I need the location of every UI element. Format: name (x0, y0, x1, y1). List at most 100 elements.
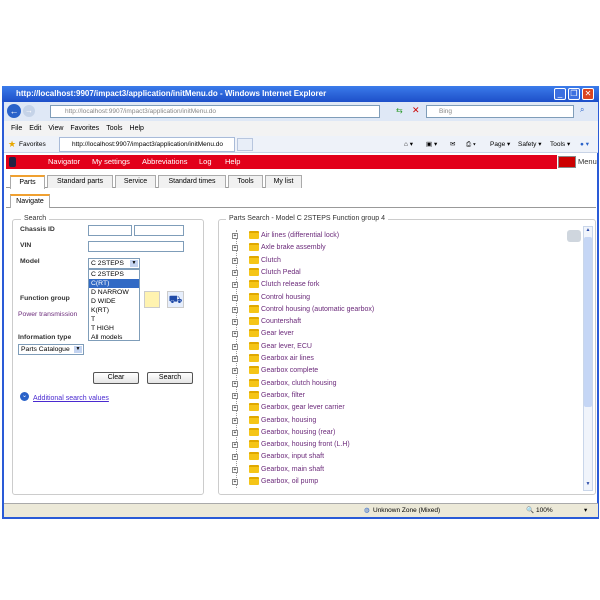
scroll-up-icon[interactable]: ▲ (584, 227, 592, 236)
menu-help[interactable]: Help (130, 125, 144, 132)
tree-item-label[interactable]: Gearbox, input shaft (261, 451, 324, 463)
page-menu[interactable]: Page ▾ (490, 136, 510, 153)
search-button[interactable]: Search (147, 372, 193, 384)
menu-file[interactable]: File (11, 125, 22, 132)
print-icon[interactable] (567, 230, 581, 242)
tab-my-list[interactable]: My list (265, 175, 302, 188)
tree-item-label[interactable]: Gearbox, housing (rear) (261, 427, 335, 439)
expand-icon[interactable]: + (232, 282, 238, 289)
menu-view[interactable]: View (48, 125, 63, 132)
tree-item-label[interactable]: Gear lever (261, 328, 294, 340)
expand-icon[interactable]: + (232, 245, 238, 252)
model-option[interactable]: T (89, 315, 139, 324)
feeds-icon[interactable]: ▣ ▾ (426, 136, 437, 153)
nav-abbreviations[interactable]: Abbreviations (142, 155, 187, 169)
scroll-down-icon[interactable]: ▼ (584, 481, 592, 490)
tree-item-label[interactable]: Gear lever, ECU (261, 341, 312, 353)
expand-icon[interactable]: + (232, 479, 238, 485)
close-button[interactable]: ✕ (582, 88, 594, 100)
expand-icon[interactable]: + (232, 269, 238, 276)
expand-icon[interactable]: + (232, 454, 238, 461)
truck-icon[interactable]: ⛟ (167, 291, 184, 308)
menu-edit[interactable]: Edit (29, 125, 41, 132)
expand-icon[interactable]: + (232, 294, 238, 301)
expand-icon[interactable]: + (232, 466, 238, 473)
expand-down-icon[interactable]: ⌄ (20, 392, 29, 401)
refresh-icon[interactable]: ⇆ (396, 106, 403, 115)
expand-icon[interactable]: + (232, 257, 238, 264)
tab-tools[interactable]: Tools (228, 175, 263, 188)
favorites-button[interactable]: Favorites (19, 136, 46, 153)
tree-item-label[interactable]: Axle brake assembly (261, 242, 326, 254)
expand-icon[interactable]: + (232, 343, 238, 350)
tree-item-label[interactable]: Gearbox, housing (261, 415, 316, 427)
search-input[interactable]: Bing (426, 105, 574, 118)
model-option[interactable]: K(RT) (89, 306, 139, 315)
tab-navigate[interactable]: Navigate (10, 194, 50, 208)
browser-tab[interactable]: http://localhost:9907/impact3/applicatio… (59, 137, 235, 152)
back-icon[interactable]: ← (7, 104, 21, 118)
chassis-id-input-1[interactable] (88, 225, 132, 236)
scrollbar-thumb[interactable] (584, 237, 592, 407)
tree-item-label[interactable]: Gearbox, gear lever carrier (261, 402, 345, 414)
mail-icon[interactable]: ✉ (450, 136, 455, 153)
menu-button[interactable]: Menu (578, 155, 597, 169)
print-icon[interactable]: ⎙ ▾ (466, 136, 476, 153)
expand-icon[interactable]: + (232, 429, 238, 436)
tree-item-label[interactable]: Air lines (differential lock) (261, 230, 339, 242)
tree-item-label[interactable]: Gearbox air lines (261, 353, 314, 365)
expand-icon[interactable]: + (232, 356, 238, 362)
search-icon[interactable]: ⌕ (580, 105, 584, 115)
tab-parts[interactable]: Parts (10, 175, 45, 189)
tab-standard-times[interactable]: Standard times (158, 175, 226, 188)
nav-my-settings[interactable]: My settings (92, 155, 130, 169)
additional-search-link[interactable]: Additional search values (33, 395, 109, 402)
tab-service[interactable]: Service (115, 175, 156, 188)
forward-icon[interactable]: → (23, 105, 35, 117)
expand-icon[interactable]: + (232, 417, 238, 424)
tree-scrollbar[interactable]: ▲ ▼ (583, 226, 593, 491)
tree-item-label[interactable]: Clutch Pedal (261, 267, 301, 279)
help-icon[interactable]: ● ▾ (580, 136, 589, 153)
tree-item-label[interactable]: Clutch release fork (261, 279, 319, 291)
expand-icon[interactable]: + (232, 368, 238, 375)
expand-icon[interactable]: + (232, 233, 238, 239)
nav-help[interactable]: Help (225, 155, 240, 169)
model-option[interactable]: T HIGH (89, 324, 139, 333)
model-option[interactable]: All models (89, 333, 139, 342)
minimize-button[interactable]: _ (554, 88, 566, 100)
model-option[interactable]: C 2STEPS (89, 270, 139, 279)
new-tab-button[interactable] (237, 138, 253, 151)
expand-icon[interactable]: + (232, 392, 238, 399)
menu-favorites[interactable]: Favorites (70, 125, 99, 132)
tree-item-label[interactable]: Countershaft (261, 316, 301, 328)
restore-button[interactable]: ❐ (568, 88, 580, 100)
tree-item-label[interactable]: Gearbox complete (261, 365, 318, 377)
tree-item-label[interactable]: Clutch (261, 255, 281, 267)
vin-input[interactable] (88, 241, 184, 252)
tree-item-label[interactable]: Control housing (automatic gearbox) (261, 304, 374, 316)
expand-icon[interactable]: + (232, 331, 238, 338)
zoom-chevron-icon[interactable]: ▾ (584, 504, 587, 518)
nav-log[interactable]: Log (199, 155, 212, 169)
model-option[interactable]: D WIDE (89, 297, 139, 306)
tree-item-label[interactable]: Control housing (261, 292, 310, 304)
tree-list-icon[interactable] (144, 291, 160, 308)
model-option-highlighted[interactable]: C(RT) (89, 279, 139, 288)
clear-button[interactable]: Clear (93, 372, 139, 384)
safety-menu[interactable]: Safety ▾ (518, 136, 542, 153)
menu-tools[interactable]: Tools (106, 125, 122, 132)
zoom-icon[interactable]: 🔍 (526, 504, 534, 518)
tools-menu[interactable]: Tools ▾ (550, 136, 570, 153)
tree-item-label[interactable]: Gearbox, clutch housing (261, 378, 337, 390)
home-icon[interactable]: ⌂ ▾ (404, 136, 413, 153)
tab-standard-parts[interactable]: Standard parts (47, 175, 113, 188)
information-type-select[interactable]: Parts Catalogue ▼ (18, 344, 84, 355)
expand-icon[interactable]: + (232, 380, 238, 387)
expand-icon[interactable]: + (232, 319, 238, 326)
tree-item-label[interactable]: Gearbox, main shaft (261, 464, 324, 476)
stop-icon[interactable]: ✕ (412, 105, 420, 116)
expand-icon[interactable]: + (232, 405, 238, 412)
expand-icon[interactable]: + (232, 442, 238, 449)
zoom-level[interactable]: 100% (536, 504, 553, 518)
